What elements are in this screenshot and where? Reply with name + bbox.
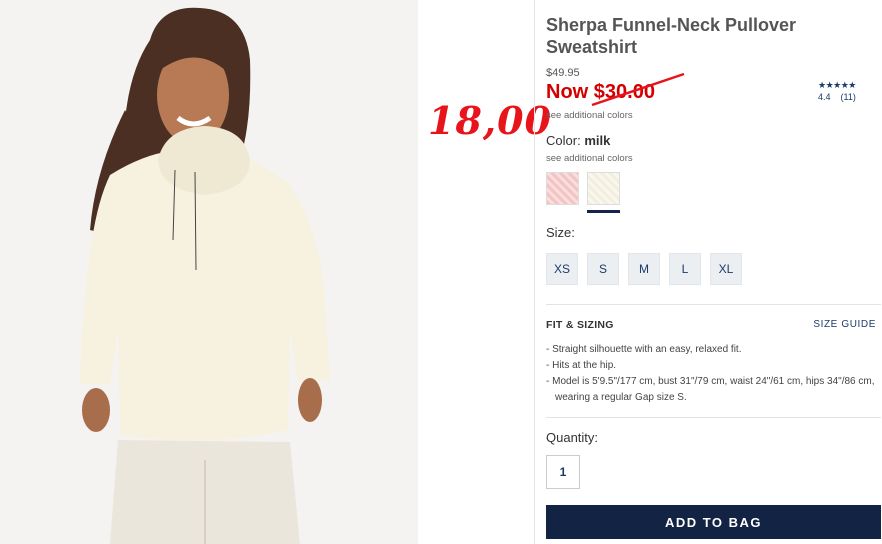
size-xl-button[interactable]: XL — [710, 253, 742, 285]
list-item: Model is 5'9.5"/177 cm, bust 31"/79 cm, … — [546, 374, 876, 406]
rating-score: 4.4 — [818, 92, 831, 102]
quantity-input[interactable]: 1 — [546, 455, 580, 489]
size-s-button[interactable]: S — [587, 253, 619, 285]
color-swatch-milk[interactable] — [587, 172, 620, 205]
color-label-text: Color: — [546, 133, 581, 148]
selected-swatch-indicator — [587, 210, 620, 213]
selected-color: milk — [584, 133, 611, 148]
review-count[interactable]: (11) — [841, 92, 856, 102]
size-l-button[interactable]: L — [669, 253, 701, 285]
divider — [546, 417, 881, 418]
size-xs-button[interactable]: XS — [546, 253, 578, 285]
divider — [534, 0, 535, 544]
size-label: Size: — [546, 225, 575, 240]
size-guide-link[interactable]: SIZE GUIDE — [813, 319, 876, 330]
star-rating-icon: ★★★★★ — [818, 80, 856, 90]
product-title: Sherpa Funnel-Neck Pullover Sweatshirt — [546, 15, 797, 57]
product-photo[interactable] — [0, 0, 418, 544]
color-label: Color: milk — [546, 133, 610, 148]
list-item: Straight silhouette with an easy, relaxe… — [546, 342, 876, 358]
fit-details-list: Straight silhouette with an easy, relaxe… — [546, 342, 876, 406]
divider — [546, 304, 881, 305]
fit-sizing-heading: FIT & SIZING — [546, 319, 614, 331]
price-strikethrough-mark — [591, 72, 685, 107]
color-swatch-pink[interactable] — [546, 172, 579, 205]
size-m-button[interactable]: M — [628, 253, 660, 285]
product-details: Sherpa Funnel-Neck Pullover Sweatshirt $… — [546, 0, 882, 544]
see-additional-colors-link[interactable]: see additional colors — [546, 110, 633, 121]
add-to-bag-button[interactable]: ADD TO BAG — [546, 505, 881, 539]
rating[interactable]: ★★★★★ 4.4 (11) — [818, 80, 878, 102]
list-item: Hits at the hip. — [546, 358, 876, 374]
see-additional-colors-link-2[interactable]: see additional colors — [546, 153, 633, 164]
quantity-label: Quantity: — [546, 430, 599, 445]
original-price: $49.95 — [546, 67, 580, 79]
